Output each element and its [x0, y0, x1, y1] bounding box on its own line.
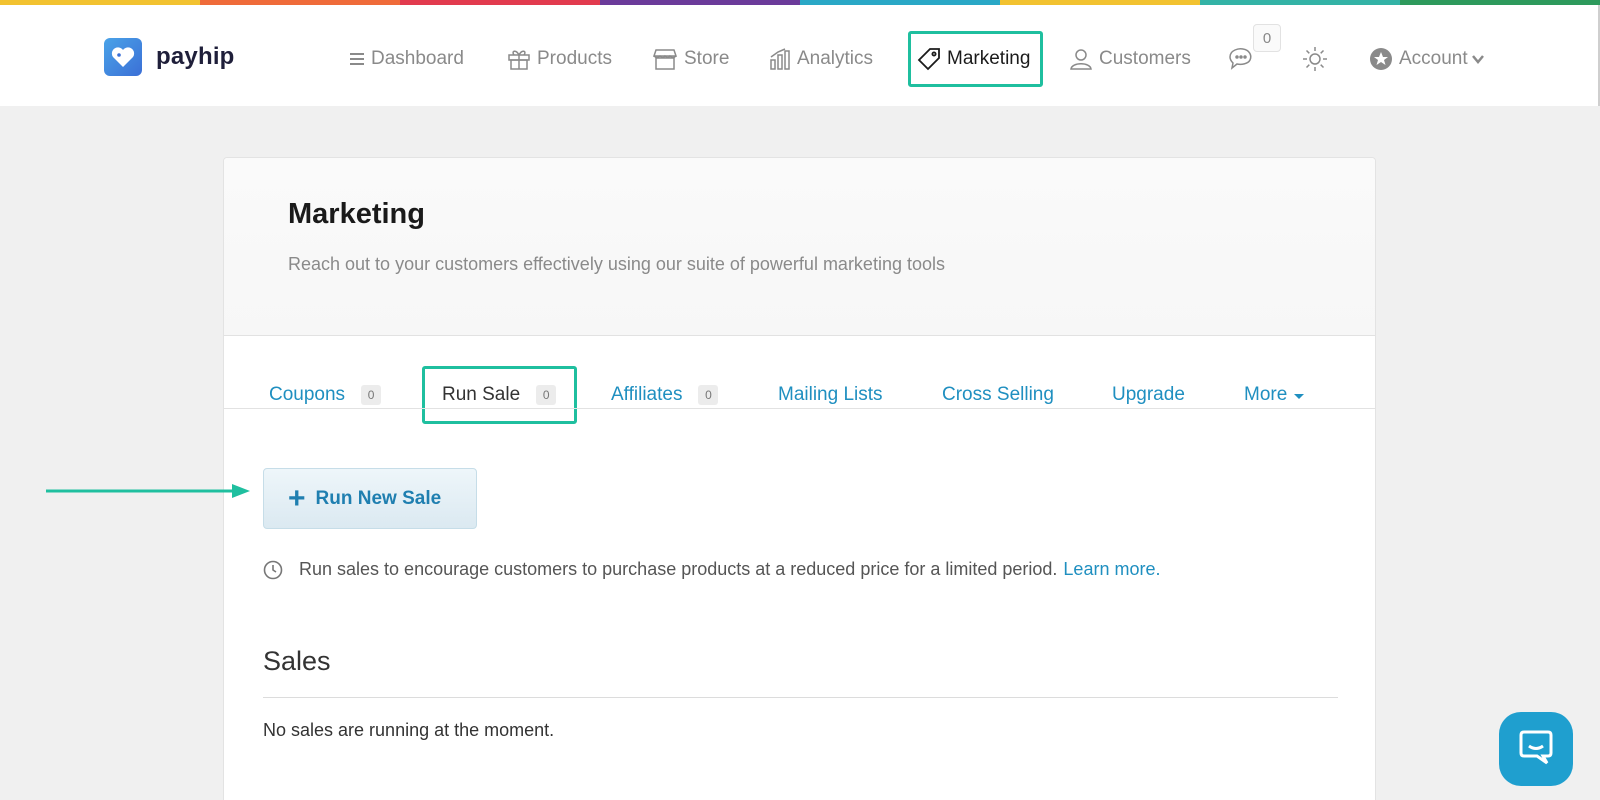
nav-products-label: Products [537, 48, 612, 69]
page-title: Marketing [288, 198, 425, 230]
page-subtitle: Reach out to your customers effectively … [288, 254, 945, 274]
tab-cross-selling-label: Cross Selling [942, 384, 1054, 405]
chevron-down-icon [1471, 54, 1484, 64]
tag-icon [917, 47, 941, 71]
sun-icon [1302, 46, 1328, 72]
nav-analytics-label: Analytics [797, 48, 874, 69]
tab-coupons-label: Coupons [269, 384, 346, 405]
gift-icon [507, 48, 531, 70]
tabs-divider [224, 408, 1375, 409]
tab-run-sale-count: 0 [536, 385, 557, 405]
top-header: payhip Dashboard Products Store Analytic… [0, 5, 1600, 106]
nav-products[interactable]: Products [507, 31, 612, 87]
plus-icon: + [288, 481, 306, 515]
help-chat-button[interactable] [1499, 712, 1573, 786]
tab-upgrade-label: Upgrade [1112, 384, 1185, 405]
nav-analytics[interactable]: Analytics [769, 31, 873, 87]
caret-down-icon [1294, 393, 1305, 399]
no-sales-message: No sales are running at the moment. [263, 720, 555, 740]
tab-more[interactable]: More [1244, 366, 1305, 424]
nav-dashboard-label: Dashboard [371, 48, 464, 69]
tab-mailing-lists-label: Mailing Lists [778, 384, 883, 405]
tab-coupons-count: 0 [361, 385, 382, 405]
payhip-logo[interactable]: payhip [104, 38, 235, 76]
heart-tag-icon [104, 38, 142, 76]
menu-icon [349, 51, 365, 67]
run-new-sale-label: Run New Sale [315, 487, 442, 509]
tab-run-sale[interactable]: Run Sale 0 [422, 366, 578, 424]
tab-more-label: More [1244, 384, 1288, 405]
nav-store-label: Store [684, 48, 730, 69]
annotation-arrow [46, 484, 250, 498]
brand-name: payhip [156, 43, 235, 70]
sale-info-text: Run sales to encourage customers to purc… [299, 559, 1058, 579]
learn-more-link[interactable]: Learn more. [1063, 559, 1160, 580]
tab-affiliates-label: Affiliates [611, 384, 683, 405]
nav-marketing[interactable]: Marketing [908, 31, 1044, 87]
clock-icon [263, 560, 283, 580]
chat-support-icon [1517, 729, 1555, 770]
nav-marketing-label: Marketing [947, 48, 1031, 69]
tab-run-sale-label: Run Sale [442, 384, 521, 405]
bar-chart-icon [769, 48, 791, 70]
nav-customers[interactable]: Customers [1069, 31, 1191, 87]
run-new-sale-button[interactable]: + Run New Sale [263, 468, 477, 529]
sales-heading: Sales [263, 646, 331, 676]
messages-count-badge: 0 [1253, 24, 1281, 52]
theme-toggle-button[interactable] [1302, 31, 1334, 87]
account-label: Account [1399, 48, 1468, 69]
account-star-icon [1369, 47, 1393, 71]
nav-customers-label: Customers [1099, 48, 1191, 69]
user-icon [1069, 47, 1093, 71]
nav-dashboard[interactable]: Dashboard [349, 31, 464, 87]
nav-store[interactable]: Store [652, 31, 729, 87]
tab-affiliates-count: 0 [698, 385, 719, 405]
tab-coupons[interactable]: Coupons 0 [269, 366, 382, 424]
tab-cross-selling[interactable]: Cross Selling [942, 366, 1054, 424]
card-header: Marketing Reach out to your customers ef… [224, 158, 1375, 336]
account-menu[interactable]: Account [1369, 31, 1484, 87]
marketing-card: Marketing Reach out to your customers ef… [223, 157, 1376, 800]
sales-divider [263, 697, 1338, 698]
store-icon [652, 48, 678, 70]
tab-upgrade[interactable]: Upgrade [1112, 366, 1185, 424]
tab-affiliates[interactable]: Affiliates 0 [611, 366, 719, 424]
tab-mailing-lists[interactable]: Mailing Lists [778, 366, 883, 424]
sale-info-row: Run sales to encourage customers to purc… [263, 559, 1160, 580]
